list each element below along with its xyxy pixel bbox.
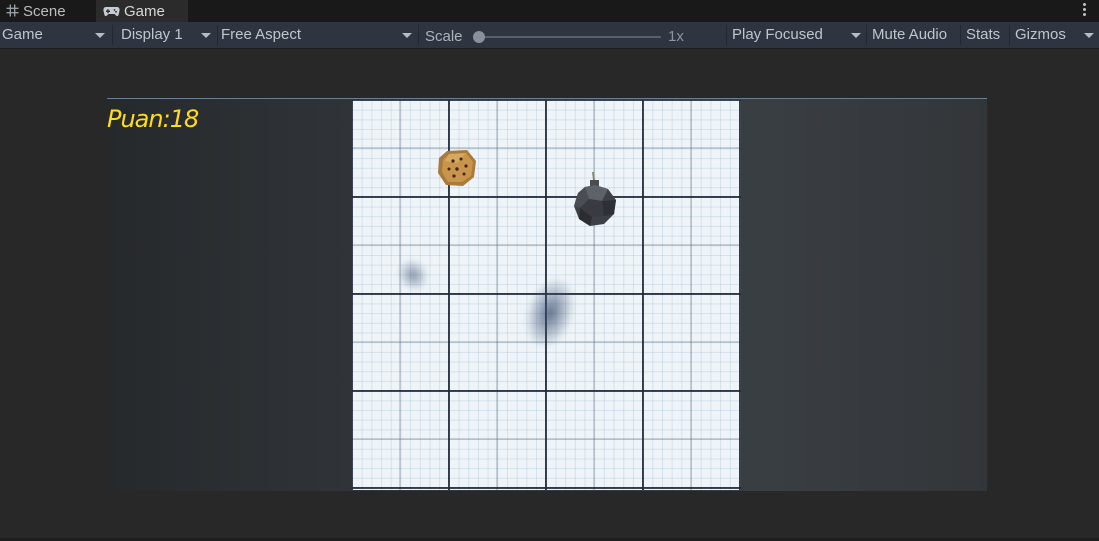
aspect-dropdown[interactable]: Free Aspect bbox=[219, 22, 417, 48]
stats-button[interactable]: Stats bbox=[964, 22, 1008, 48]
tab-game-label: Game bbox=[124, 3, 165, 20]
view-mode-dropdown[interactable]: Game bbox=[0, 22, 110, 48]
chevron-down-icon bbox=[95, 33, 105, 38]
toolbar-divider bbox=[960, 25, 961, 45]
scale-label: Scale bbox=[425, 28, 463, 45]
play-mode-dropdown[interactable]: Play Focused bbox=[730, 22, 866, 48]
display-dropdown[interactable]: Display 1 bbox=[119, 22, 216, 48]
cookie-icon bbox=[437, 149, 477, 191]
game-toolbar: Game Display 1 Free Aspect Scale 1x Play… bbox=[0, 22, 1099, 49]
play-mode-label: Play Focused bbox=[732, 26, 823, 43]
gizmos-dropdown[interactable]: Gizmos bbox=[1013, 22, 1099, 48]
mute-audio-label: Mute Audio bbox=[872, 26, 948, 43]
score-text: Puan:18 bbox=[107, 105, 199, 133]
game-viewport[interactable]: Puan:18 bbox=[107, 98, 987, 491]
chevron-down-icon bbox=[1084, 33, 1094, 38]
tab-scene[interactable]: Scene bbox=[0, 0, 94, 22]
tab-strip: Scene Game bbox=[0, 0, 1099, 22]
tab-scene-label: Scene bbox=[23, 3, 66, 20]
chevron-down-icon bbox=[402, 33, 412, 38]
toolbar-divider bbox=[418, 25, 419, 45]
toolbar-divider bbox=[1009, 25, 1010, 45]
bomb-icon bbox=[572, 170, 618, 234]
gizmos-label: Gizmos bbox=[1015, 26, 1066, 43]
object-shadow bbox=[515, 270, 585, 356]
stats-label: Stats bbox=[966, 26, 1001, 43]
aspect-label: Free Aspect bbox=[221, 26, 302, 43]
object-shadow bbox=[390, 252, 436, 298]
toolbar-divider bbox=[112, 25, 113, 45]
toolbar-divider bbox=[726, 25, 727, 45]
tab-game[interactable]: Game bbox=[96, 0, 188, 22]
scale-slider-handle[interactable] bbox=[473, 31, 485, 43]
scale-slider-track[interactable] bbox=[478, 36, 661, 38]
chevron-down-icon bbox=[851, 33, 861, 38]
chevron-down-icon bbox=[201, 33, 211, 38]
display-label: Display 1 bbox=[121, 26, 183, 43]
view-mode-label: Game bbox=[2, 26, 43, 43]
mute-audio-button[interactable]: Mute Audio bbox=[870, 22, 960, 48]
toolbar-divider bbox=[866, 25, 867, 45]
toolbar-divider bbox=[217, 25, 218, 45]
playfield-grid bbox=[352, 100, 741, 490]
grid-icon bbox=[6, 1, 19, 24]
more-options-icon[interactable] bbox=[1081, 2, 1087, 18]
gamepad-icon bbox=[103, 1, 120, 24]
scale-value: 1x bbox=[668, 28, 684, 45]
